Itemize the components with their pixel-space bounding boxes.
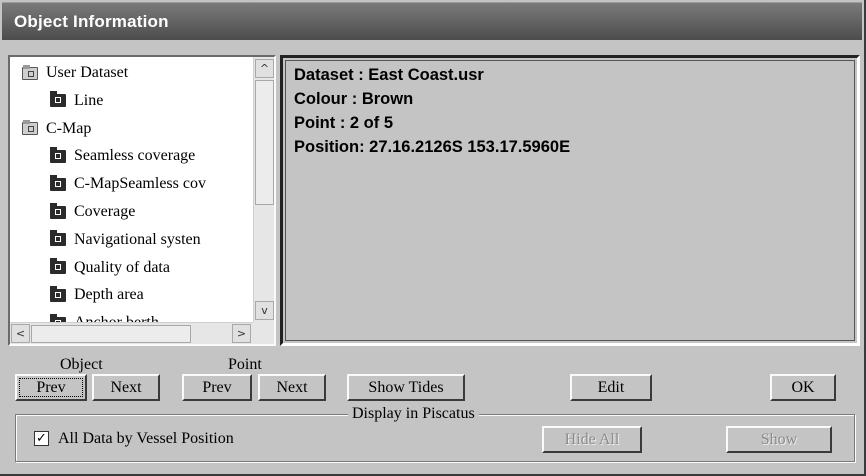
folder-icon <box>22 64 38 80</box>
tree-item[interactable]: C-Map <box>22 117 91 141</box>
object-information-window: Object Information User Dataset Line C-Map… <box>0 0 866 476</box>
scrollbar-corner <box>253 322 274 344</box>
show-tides-button[interactable]: Show Tides <box>347 374 465 401</box>
horizontal-scrollbar[interactable]: < > <box>10 322 253 344</box>
folder-icon <box>50 258 66 275</box>
tree-item[interactable]: Depth area <box>50 283 144 307</box>
scroll-down-button[interactable]: v <box>255 301 274 320</box>
scroll-up-button[interactable]: ^ <box>255 59 274 78</box>
point-prev-button[interactable]: Prev <box>182 374 252 401</box>
tree-item-label: Navigational systen <box>74 230 201 248</box>
object-tree[interactable]: User Dataset Line C-Map Seamless coverage C-… <box>8 55 276 346</box>
object-label: Object <box>60 356 103 373</box>
folder-icon <box>50 285 66 302</box>
tree-item[interactable]: User Dataset <box>22 61 128 85</box>
vessel-position-checkbox[interactable]: ✓ <box>34 431 49 446</box>
display-group-label: Display in Piscatus <box>348 405 479 423</box>
tree-item-label: Quality of data <box>74 258 170 276</box>
tree-item-label: C-MapSeamless cov <box>74 175 206 193</box>
vessel-position-checkbox-label[interactable]: All Data by Vessel Position <box>58 430 234 448</box>
point-label: Point <box>228 356 262 373</box>
vertical-scroll-thumb[interactable] <box>255 80 274 205</box>
scroll-right-button[interactable]: > <box>232 324 251 343</box>
object-prev-button[interactable]: Prev <box>15 374 87 401</box>
colour-text: Colour : Brown <box>294 90 414 108</box>
edit-button[interactable]: Edit <box>570 374 652 401</box>
position-text: Position: 27.16.2126S 153.17.5960E <box>294 138 571 156</box>
folder-icon <box>50 202 66 219</box>
vertical-scrollbar[interactable]: ^ v <box>253 57 274 322</box>
folder-open-icon <box>50 91 66 108</box>
folder-icon <box>50 230 66 247</box>
tree-item-label: Coverage <box>74 203 136 220</box>
tree-item[interactable]: Seamless coverage <box>50 144 195 168</box>
point-next-button[interactable]: Next <box>258 374 326 401</box>
horizontal-scroll-thumb[interactable] <box>31 325 191 343</box>
tree-item-label: Seamless coverage <box>74 147 196 165</box>
info-panel: Dataset : East Coast.usr Colour : Brown … <box>280 55 860 346</box>
scroll-left-button[interactable]: < <box>11 324 30 343</box>
tree-item[interactable]: Quality of data <box>50 256 170 280</box>
hide-all-button[interactable]: Hide All <box>542 426 642 453</box>
info-panel-inner: Dataset : East Coast.usr Colour : Brown … <box>285 60 855 341</box>
object-next-button[interactable]: Next <box>92 374 160 401</box>
title-bar[interactable]: Object Information <box>2 2 862 40</box>
tree-item[interactable]: Line <box>50 89 103 113</box>
tree-item[interactable]: C-MapSeamless cov <box>50 172 206 196</box>
folder-icon <box>50 174 66 191</box>
window-title: Object Information <box>14 12 169 31</box>
tree-item[interactable]: Navigational systen <box>50 228 201 252</box>
tree-item-label: C-Map <box>46 119 92 137</box>
ok-button[interactable]: OK <box>770 374 836 401</box>
point-text: Point : 2 of 5 <box>294 114 393 132</box>
folder-icon <box>22 120 38 136</box>
tree-item-label: Depth area <box>74 286 144 304</box>
dataset-text: Dataset : East Coast.usr <box>294 66 484 84</box>
show-button[interactable]: Show <box>726 426 832 453</box>
tree-item-label: User Dataset <box>46 64 129 81</box>
folder-icon <box>50 146 66 163</box>
tree-item[interactable]: Coverage <box>50 200 135 224</box>
tree-item-label: Line <box>74 91 104 109</box>
